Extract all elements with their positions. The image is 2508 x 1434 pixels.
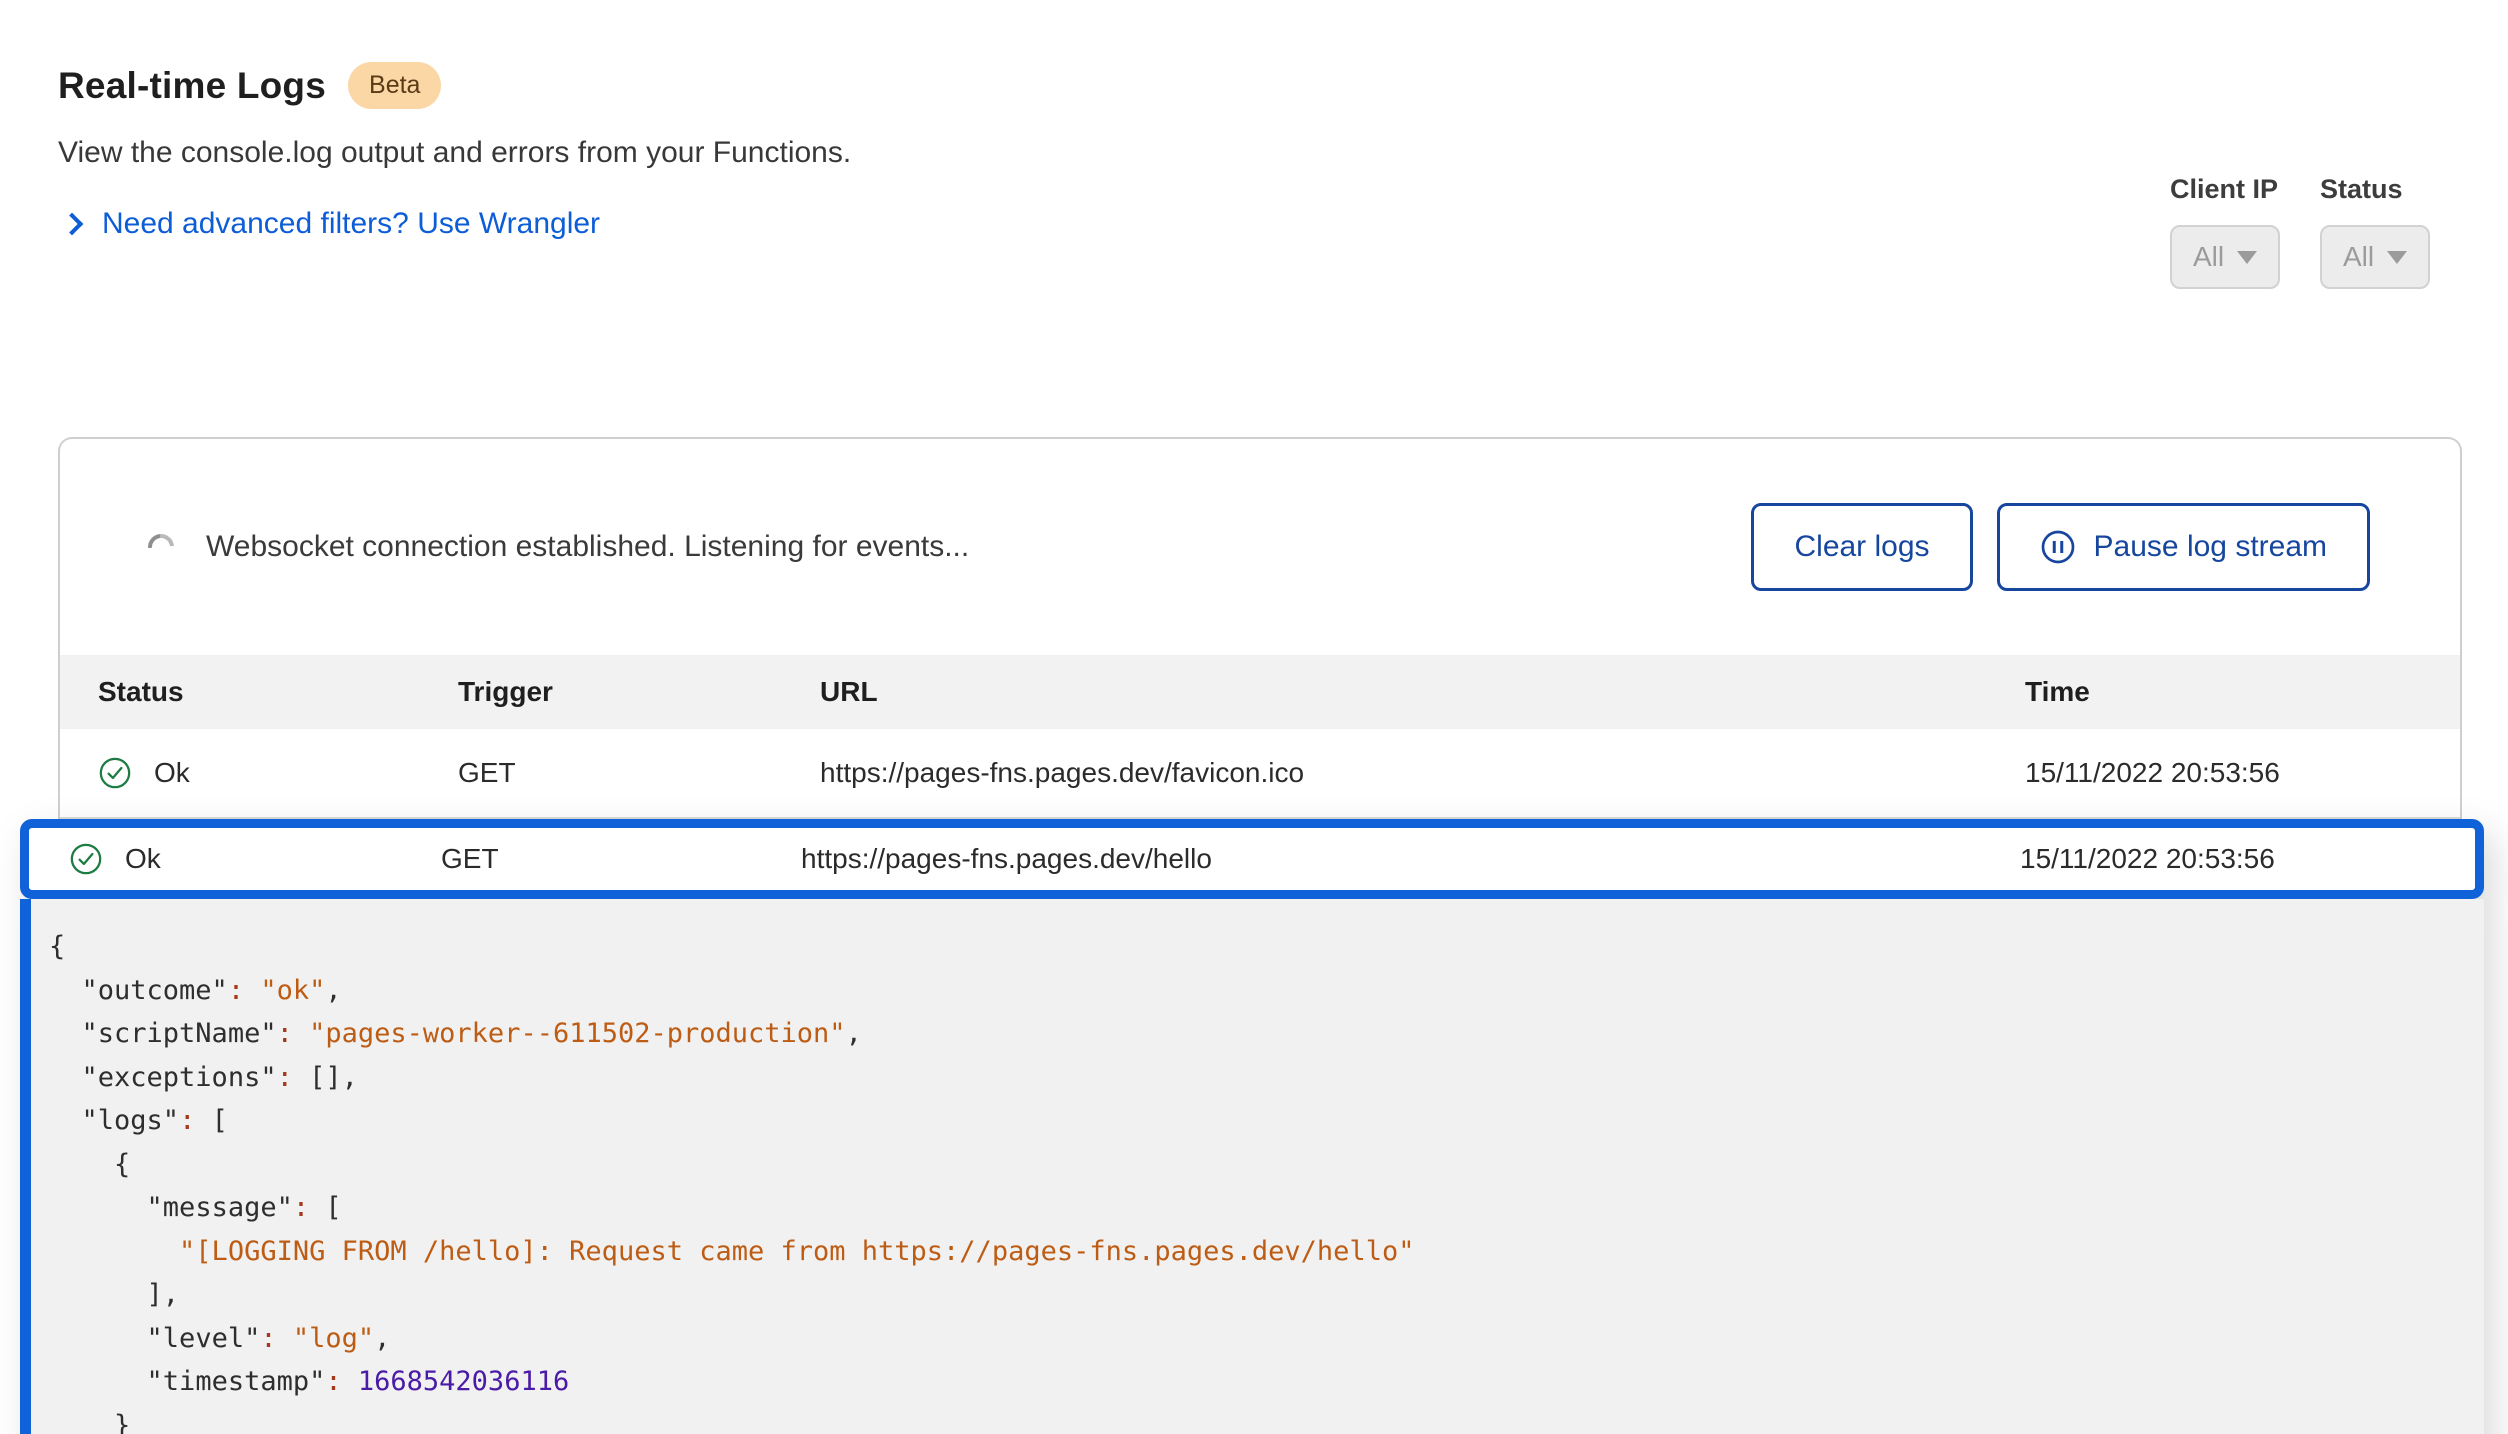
filters: Client IP All Status All bbox=[2170, 62, 2430, 289]
row-status: Ok bbox=[154, 757, 190, 789]
row-trigger: GET bbox=[441, 843, 801, 875]
log-toolbar: Websocket connection established. Listen… bbox=[60, 439, 2460, 655]
check-circle-icon bbox=[69, 842, 103, 876]
row-time: 15/11/2022 20:53:56 bbox=[2020, 843, 2435, 875]
status-filter: Status All bbox=[2320, 174, 2430, 289]
client-ip-value: All bbox=[2193, 241, 2224, 273]
websocket-status: Websocket connection established. Listen… bbox=[148, 530, 1751, 564]
pause-icon bbox=[2040, 529, 2076, 565]
col-url: URL bbox=[820, 676, 2025, 708]
table-header: Status Trigger URL Time bbox=[60, 655, 2460, 729]
col-trigger: Trigger bbox=[458, 676, 820, 708]
pause-log-stream-label: Pause log stream bbox=[2094, 530, 2327, 564]
header-left: Real-time Logs Beta View the console.log… bbox=[58, 62, 851, 241]
row-url: https://pages-fns.pages.dev/favicon.ico bbox=[820, 757, 2025, 789]
page-subtitle: View the console.log output and errors f… bbox=[58, 136, 851, 170]
chevron-right-icon bbox=[61, 213, 84, 236]
col-time: Time bbox=[2025, 676, 2422, 708]
beta-badge: Beta bbox=[348, 62, 441, 109]
client-ip-label: Client IP bbox=[2170, 174, 2280, 205]
client-ip-dropdown[interactable]: All bbox=[2170, 225, 2280, 289]
pause-log-stream-button[interactable]: Pause log stream bbox=[1997, 503, 2370, 591]
page-title: Real-time Logs bbox=[58, 65, 326, 107]
row-trigger: GET bbox=[458, 757, 820, 789]
caret-down-icon bbox=[2237, 251, 2257, 264]
client-ip-filter: Client IP All bbox=[2170, 174, 2280, 289]
table-row-selected[interactable]: Ok GET https://pages-fns.pages.dev/hello… bbox=[20, 819, 2484, 899]
log-card: Websocket connection established. Listen… bbox=[58, 437, 2462, 819]
clear-logs-label: Clear logs bbox=[1794, 530, 1929, 564]
expanded-log-entry: Ok GET https://pages-fns.pages.dev/hello… bbox=[20, 819, 2484, 1434]
page-header: Real-time Logs Beta View the console.log… bbox=[0, 0, 2508, 289]
wrangler-link-label: Need advanced filters? Use Wrangler bbox=[102, 207, 600, 241]
json-log-body: { "outcome": "ok", "scriptName": "pages-… bbox=[20, 899, 2484, 1434]
websocket-status-text: Websocket connection established. Listen… bbox=[206, 530, 969, 564]
caret-down-icon bbox=[2387, 251, 2407, 264]
row-time: 15/11/2022 20:53:56 bbox=[2025, 757, 2422, 789]
status-dropdown[interactable]: All bbox=[2320, 225, 2430, 289]
col-status: Status bbox=[98, 676, 458, 708]
check-circle-icon bbox=[98, 756, 132, 790]
table-row[interactable]: Ok GET https://pages-fns.pages.dev/favic… bbox=[60, 729, 2460, 819]
row-url: https://pages-fns.pages.dev/hello bbox=[801, 843, 2020, 875]
clear-logs-button[interactable]: Clear logs bbox=[1751, 503, 1972, 591]
row-status: Ok bbox=[125, 843, 161, 875]
status-value: All bbox=[2343, 241, 2374, 273]
status-label: Status bbox=[2320, 174, 2430, 205]
spinner-icon bbox=[143, 529, 180, 566]
realtime-logs-page: Real-time Logs Beta View the console.log… bbox=[0, 0, 2508, 1434]
wrangler-filters-link[interactable]: Need advanced filters? Use Wrangler bbox=[58, 207, 851, 241]
